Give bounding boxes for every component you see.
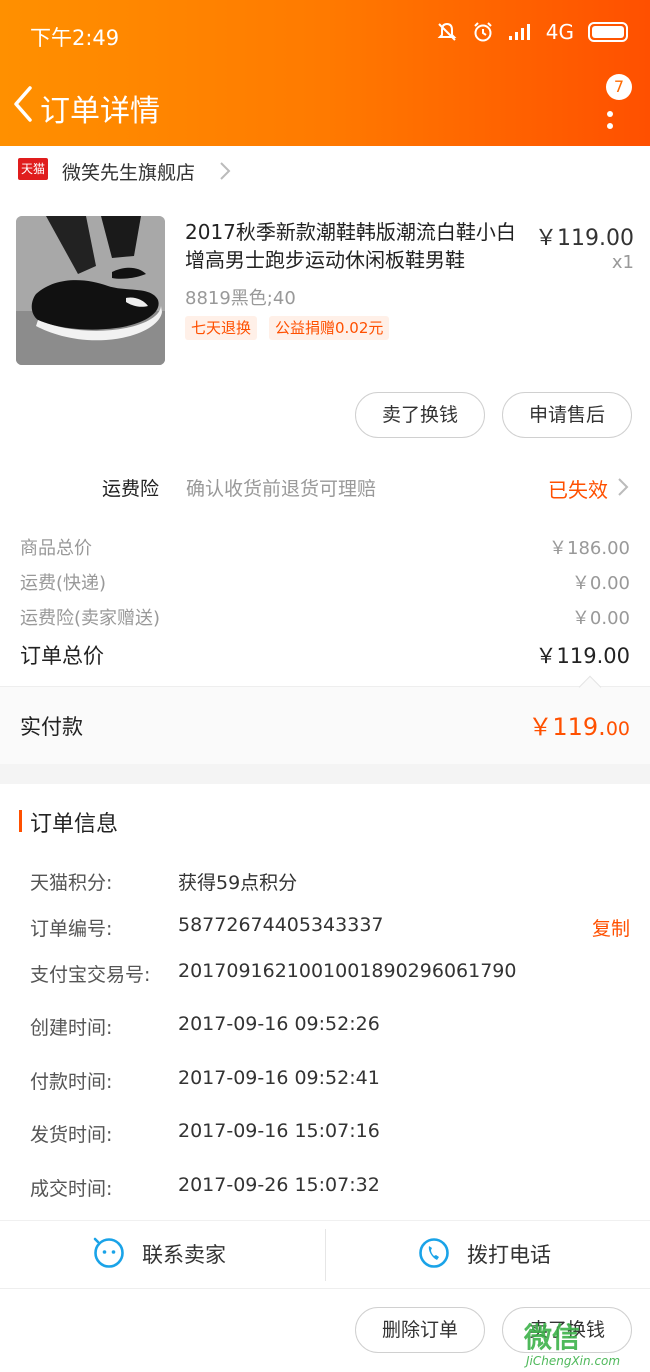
nav-bar: 订单详情 7 (0, 70, 650, 146)
info-label: 订单编号: (30, 918, 113, 940)
call-phone-label: 拨打电话 (467, 1243, 551, 1267)
product-price: ￥119.00 (535, 226, 634, 251)
paid-value: ￥119.00 (528, 713, 630, 741)
product-quantity: x1 (611, 252, 634, 273)
watermark-subtext: JiChengXin.com (526, 1354, 621, 1368)
product-title[interactable]: 2017秋季新款潮鞋韩版潮流白鞋小白增高男士跑步运动休闲板鞋男鞋 (185, 218, 535, 274)
order-total-value: ￥119.00 (535, 644, 630, 668)
contact-seller-label: 联系卖家 (142, 1243, 226, 1267)
info-value: 2017-09-16 15:07:16 (178, 1120, 380, 1142)
price-label: 运费(快递) (20, 573, 107, 594)
battery-icon (588, 22, 628, 42)
info-value: 获得59点积分 (178, 872, 298, 894)
header: 下午2:49 4G 订单详情 7 (0, 0, 650, 146)
price-label: 运费险(卖家赠送) (20, 608, 161, 629)
call-phone-button[interactable]: 拨打电话 (325, 1221, 650, 1289)
alarm-icon (474, 22, 492, 42)
sneaker-illustration (16, 216, 165, 365)
watermark-logo: 微信 JiChengXin.com (524, 1316, 648, 1372)
chat-bubble-icon (93, 1237, 124, 1268)
info-value: 2017-09-16 09:52:26 (178, 1013, 380, 1035)
signal-icon (508, 24, 530, 40)
info-label: 发货时间: (30, 1124, 113, 1146)
section-accent-bar (19, 810, 22, 832)
status-icons: 4G (436, 20, 628, 44)
paid-amount-row: 实付款 ￥119.00 (0, 675, 650, 764)
product-spec: 8819黑色;40 (185, 288, 296, 309)
contact-seller-button[interactable]: 联系卖家 (0, 1221, 325, 1289)
back-arrow-icon[interactable] (8, 82, 38, 126)
tag-seven-day-return: 七天退换 (185, 316, 258, 340)
price-value: ￥186.00 (549, 538, 630, 559)
insurance-description: 确认收货前退货可理赔 (186, 478, 377, 500)
watermark-text: 微信 (524, 1321, 581, 1354)
info-value: 2017-09-16 09:52:41 (178, 1067, 380, 1089)
phone-icon (419, 1238, 449, 1268)
status-time: 下午2:49 (30, 26, 120, 50)
product-image[interactable] (16, 216, 165, 365)
order-total-label: 订单总价 (20, 644, 104, 668)
delete-order-button[interactable]: 删除订单 (355, 1307, 485, 1353)
page-title: 订单详情 (40, 94, 160, 129)
order-info-section: 订单信息 天猫积分: 获得59点积分 订单编号: 587726744053433… (0, 784, 650, 1220)
price-value: ￥0.00 (571, 573, 630, 594)
chevron-right-icon (618, 478, 629, 496)
shop-row[interactable]: 天猫 微笑先生旗舰店 (0, 146, 650, 196)
info-label: 支付宝交易号: (30, 964, 151, 986)
chevron-right-icon (220, 162, 231, 180)
request-after-sales-button[interactable]: 申请售后 (502, 392, 632, 438)
sell-for-cash-button[interactable]: 卖了换钱 (355, 392, 485, 438)
insurance-status: 已失效 (548, 478, 608, 502)
shipping-insurance-row[interactable]: 运费险 确认收货前退货可理赔 已失效 (0, 444, 650, 528)
tag-charity: 公益捐赠0.02元 (269, 316, 390, 340)
tmall-badge: 天猫 (18, 158, 48, 180)
mute-bell-icon (437, 22, 457, 41)
contact-bar: 联系卖家 拨打电话 (0, 1220, 650, 1288)
price-label: 商品总价 (20, 538, 92, 559)
copy-order-number-button[interactable]: 复制 (592, 914, 630, 941)
order-info-title: 订单信息 (30, 812, 119, 837)
info-label: 成交时间: (30, 1178, 113, 1200)
info-label: 天猫积分: (30, 872, 113, 894)
info-value: 2017-09-26 15:07:32 (178, 1174, 380, 1196)
info-label: 创建时间: (30, 1017, 113, 1039)
info-value: 2017091621001001890296061790 (178, 960, 517, 982)
status-bar: 下午2:49 4G (0, 0, 650, 70)
insurance-label: 运费险 (102, 478, 160, 500)
shop-name[interactable]: 微笑先生旗舰店 (62, 158, 195, 185)
price-value: ￥0.00 (571, 608, 630, 629)
info-label: 付款时间: (30, 1071, 113, 1093)
price-breakdown: 商品总价 ￥186.00 运费(快递) ￥0.00 运费险(卖家赠送) ￥0.0… (0, 528, 650, 686)
product-card[interactable]: 2017秋季新款潮鞋韩版潮流白鞋小白增高男士跑步运动休闲板鞋男鞋 ￥119.00… (0, 196, 650, 444)
paid-label: 实付款 (20, 715, 83, 739)
notification-badge: 7 (606, 74, 632, 100)
network-label: 4G (545, 20, 574, 44)
info-value[interactable]: 58772674405343337 (178, 914, 384, 936)
